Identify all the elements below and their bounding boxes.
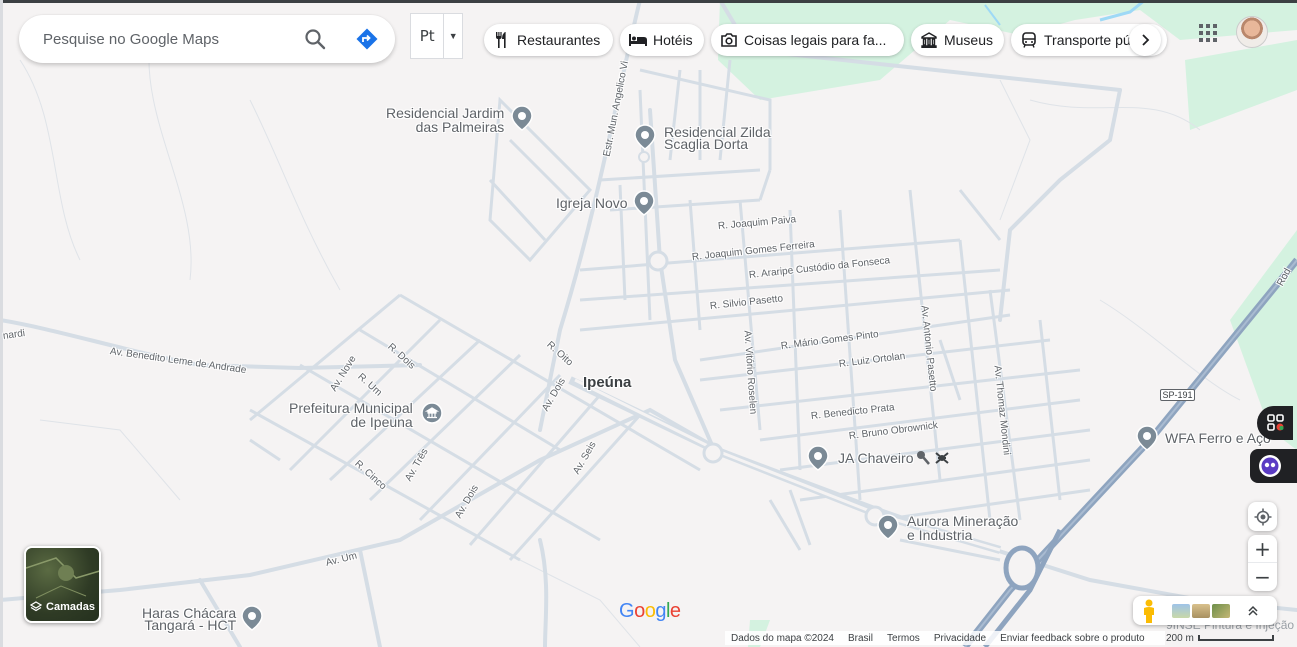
terms-link[interactable]: Termos (887, 633, 920, 644)
scale-control[interactable]: 200 m (1166, 631, 1274, 645)
scale-bar (1197, 635, 1274, 641)
place-label-line: Residencial Jardim (386, 105, 505, 121)
place-label-ja-chaveiro[interactable]: JA Chaveiro (838, 451, 913, 465)
assistant-button[interactable] (1250, 449, 1297, 483)
place-label-line: das Palmeiras (415, 119, 505, 135)
pegman-icon[interactable] (1138, 598, 1160, 624)
place-pin-icon[interactable] (511, 105, 533, 131)
input-language-label: Pt (419, 27, 435, 45)
layers-button[interactable]: Camadas (24, 546, 101, 623)
map-type-thumb[interactable] (1172, 603, 1190, 618)
map-tools-bar (1133, 596, 1277, 625)
transit-icon (1020, 31, 1038, 49)
place-label-wfa[interactable]: WFA Ferro e Aço (1165, 431, 1271, 445)
place-label-line: Aurora Mineração (907, 513, 1019, 529)
key-emoji-icon (917, 451, 949, 465)
place-label-line: Tangará - HCT (144, 617, 237, 633)
zoom-controls: + − (1248, 535, 1277, 591)
place-label-line: de Ipeuna (350, 414, 413, 430)
government-building-pin-icon[interactable] (421, 402, 443, 428)
search-icon[interactable] (303, 27, 327, 51)
map-type-thumbnails (1172, 603, 1230, 618)
scale-label: 200 m (1166, 632, 1194, 644)
place-pin-icon[interactable] (633, 190, 655, 216)
input-language-selector[interactable]: Pt ▼ (410, 13, 463, 59)
directions-icon[interactable] (355, 27, 379, 51)
place-label-haras[interactable]: Haras Chácara Tangará - HCT (142, 606, 237, 633)
zoom-in-button[interactable]: + (1248, 535, 1277, 563)
search-input[interactable] (43, 29, 293, 49)
chevron-down-icon[interactable]: ▼ (443, 14, 462, 58)
country-link[interactable]: Brasil (848, 633, 873, 644)
side-panel-button[interactable] (1257, 406, 1293, 440)
map-data-attribution: Dados do mapa ©2024 (731, 632, 834, 644)
chip-museums[interactable]: Museus (911, 24, 1004, 56)
place-label-line: Prefeitura Municipal (289, 400, 413, 416)
feedback-link[interactable]: Enviar feedback sobre o produto (1000, 633, 1145, 644)
museum-icon (920, 31, 938, 49)
chip-label: Hotéis (653, 32, 693, 48)
place-label-line: e Industria (907, 527, 973, 543)
zoom-out-button[interactable]: − (1248, 563, 1277, 591)
apps-grid-icon[interactable] (1197, 22, 1219, 44)
place-pin-icon[interactable] (877, 514, 899, 540)
chip-label: Restaurantes (517, 32, 601, 48)
my-location-icon (1254, 508, 1271, 525)
map-type-thumb[interactable] (1212, 603, 1230, 618)
restaurant-icon (493, 31, 511, 49)
map-base-layer (0, 0, 1297, 647)
layers-label-wrap: Camadas (26, 601, 99, 613)
chips-next-button[interactable] (1129, 24, 1161, 56)
widget-icon (1267, 414, 1284, 431)
chip-hotels[interactable]: Hotéis (620, 24, 704, 56)
chip-label: Transporte púl (1044, 32, 1134, 48)
place-label-igreja-novo[interactable]: Igreja Novo (556, 196, 628, 210)
window-top-border (0, 0, 1297, 3)
category-chips: Restaurantes Hotéis Coisas legais para f… (484, 24, 1167, 56)
my-location-button[interactable] (1248, 502, 1277, 531)
highway-shield: SP-191 (1160, 389, 1195, 401)
chevron-right-icon (1142, 34, 1150, 46)
search-box (19, 15, 395, 63)
satellite-preview (26, 557, 99, 599)
map-canvas[interactable] (0, 0, 1297, 647)
place-label-prefeitura[interactable]: Prefeitura Municipal de Ipeuna (289, 400, 413, 430)
expand-up-icon[interactable] (1247, 605, 1259, 617)
window-left-border (0, 0, 3, 647)
place-label-residencial-jardim[interactable]: Residencial Jardim das Palmeiras (386, 105, 505, 135)
assistant-icon (1259, 455, 1281, 477)
place-label-aurora-mineracao[interactable]: Aurora Mineração e Industria (907, 513, 1019, 543)
chip-restaurants[interactable]: Restaurantes (484, 24, 613, 56)
place-pin-icon[interactable] (1136, 425, 1158, 451)
layers-icon (30, 601, 43, 612)
chip-label: Museus (943, 32, 993, 48)
google-logo: Google (619, 600, 681, 622)
map-footer: Dados do mapa ©2024 Brasil Termos Privac… (725, 631, 1165, 645)
account-avatar[interactable] (1236, 16, 1268, 48)
privacy-link[interactable]: Privacidade (934, 633, 986, 644)
city-label[interactable]: Ipeúna (583, 374, 631, 391)
place-pin-icon[interactable] (634, 124, 656, 150)
place-pin-icon[interactable] (241, 605, 263, 631)
place-label-residencial-zilda[interactable]: Residencial Zilda Scaglia Dorta (664, 125, 771, 151)
layers-label: Camadas (46, 601, 95, 613)
map-type-thumb[interactable] (1192, 603, 1210, 618)
chip-things-to-do[interactable]: Coisas legais para fa... (711, 24, 904, 56)
hotel-icon (629, 31, 647, 49)
chip-label: Coisas legais para fa... (744, 32, 887, 48)
camera-icon (720, 31, 738, 49)
place-pin-icon[interactable] (807, 445, 829, 471)
